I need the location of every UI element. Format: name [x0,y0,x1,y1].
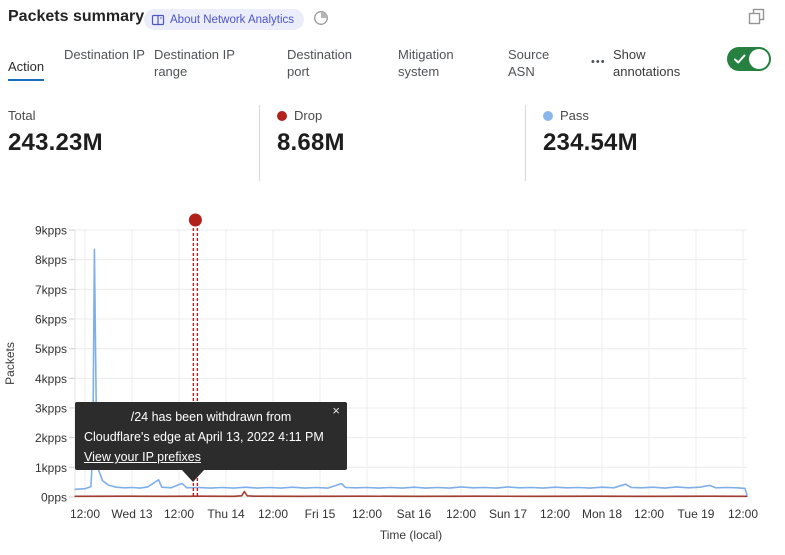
packets-time-series-chart: 0pps 1kpps 2kpps 3kpps 4kpps 5kpps 6kpps 7kpps 8… [0,0,785,555]
y-tick-label: 7kpps [35,283,67,297]
y-tick-label: 0pps [41,491,67,505]
x-tick-label: 12:00 [352,507,382,521]
y-axis-title: Packets [3,342,17,385]
y-tick-label: 6kpps [35,313,67,327]
y-tick-label: 8kpps [35,253,67,267]
x-tick-label: 12:00 [446,507,476,521]
view-ip-prefixes-link[interactable]: View your IP prefixes [84,447,201,467]
x-tick-label: 12:00 [634,507,664,521]
x-tick-label: Tue 19 [678,507,715,521]
x-tick-label: 12:00 [540,507,570,521]
tooltip-close-icon[interactable]: × [332,404,340,418]
tooltip-arrow [182,470,204,482]
tooltip-text-line2: Cloudflare's edge at April 13, 2022 4:11… [84,427,338,447]
x-tick-label: 12:00 [258,507,288,521]
y-tick-label: 3kpps [35,402,67,416]
x-tick-label: Mon 18 [582,507,622,521]
x-tick-label: Fri 15 [305,507,336,521]
annotation-marker-dot[interactable] [189,214,202,227]
y-tick-label: 1kpps [35,461,67,475]
tooltip-text-line1: /24 has been withdrawn from [84,407,338,427]
packets-summary-panel: Packets summary About Network Analytics … [0,0,785,555]
y-tick-label: 5kpps [35,342,67,356]
x-tick-label: 12:00 [164,507,194,521]
x-tick-label: Thu 14 [207,507,245,521]
x-tick-label: Wed 13 [111,507,152,521]
annotation-tooltip: × /24 has been withdrawn from Cloudflare… [75,402,347,470]
y-tick-label: 4kpps [35,372,67,386]
x-tick-label: 12:00 [728,507,758,521]
x-tick-label: 12:00 [70,507,100,521]
y-tick-label: 2kpps [35,431,67,445]
y-tick-label: 9kpps [35,224,67,238]
x-tick-label: Sat 16 [397,507,432,521]
x-tick-label: Sun 17 [489,507,527,521]
drop-series-line [75,492,747,497]
x-axis-title: Time (local) [380,528,442,542]
